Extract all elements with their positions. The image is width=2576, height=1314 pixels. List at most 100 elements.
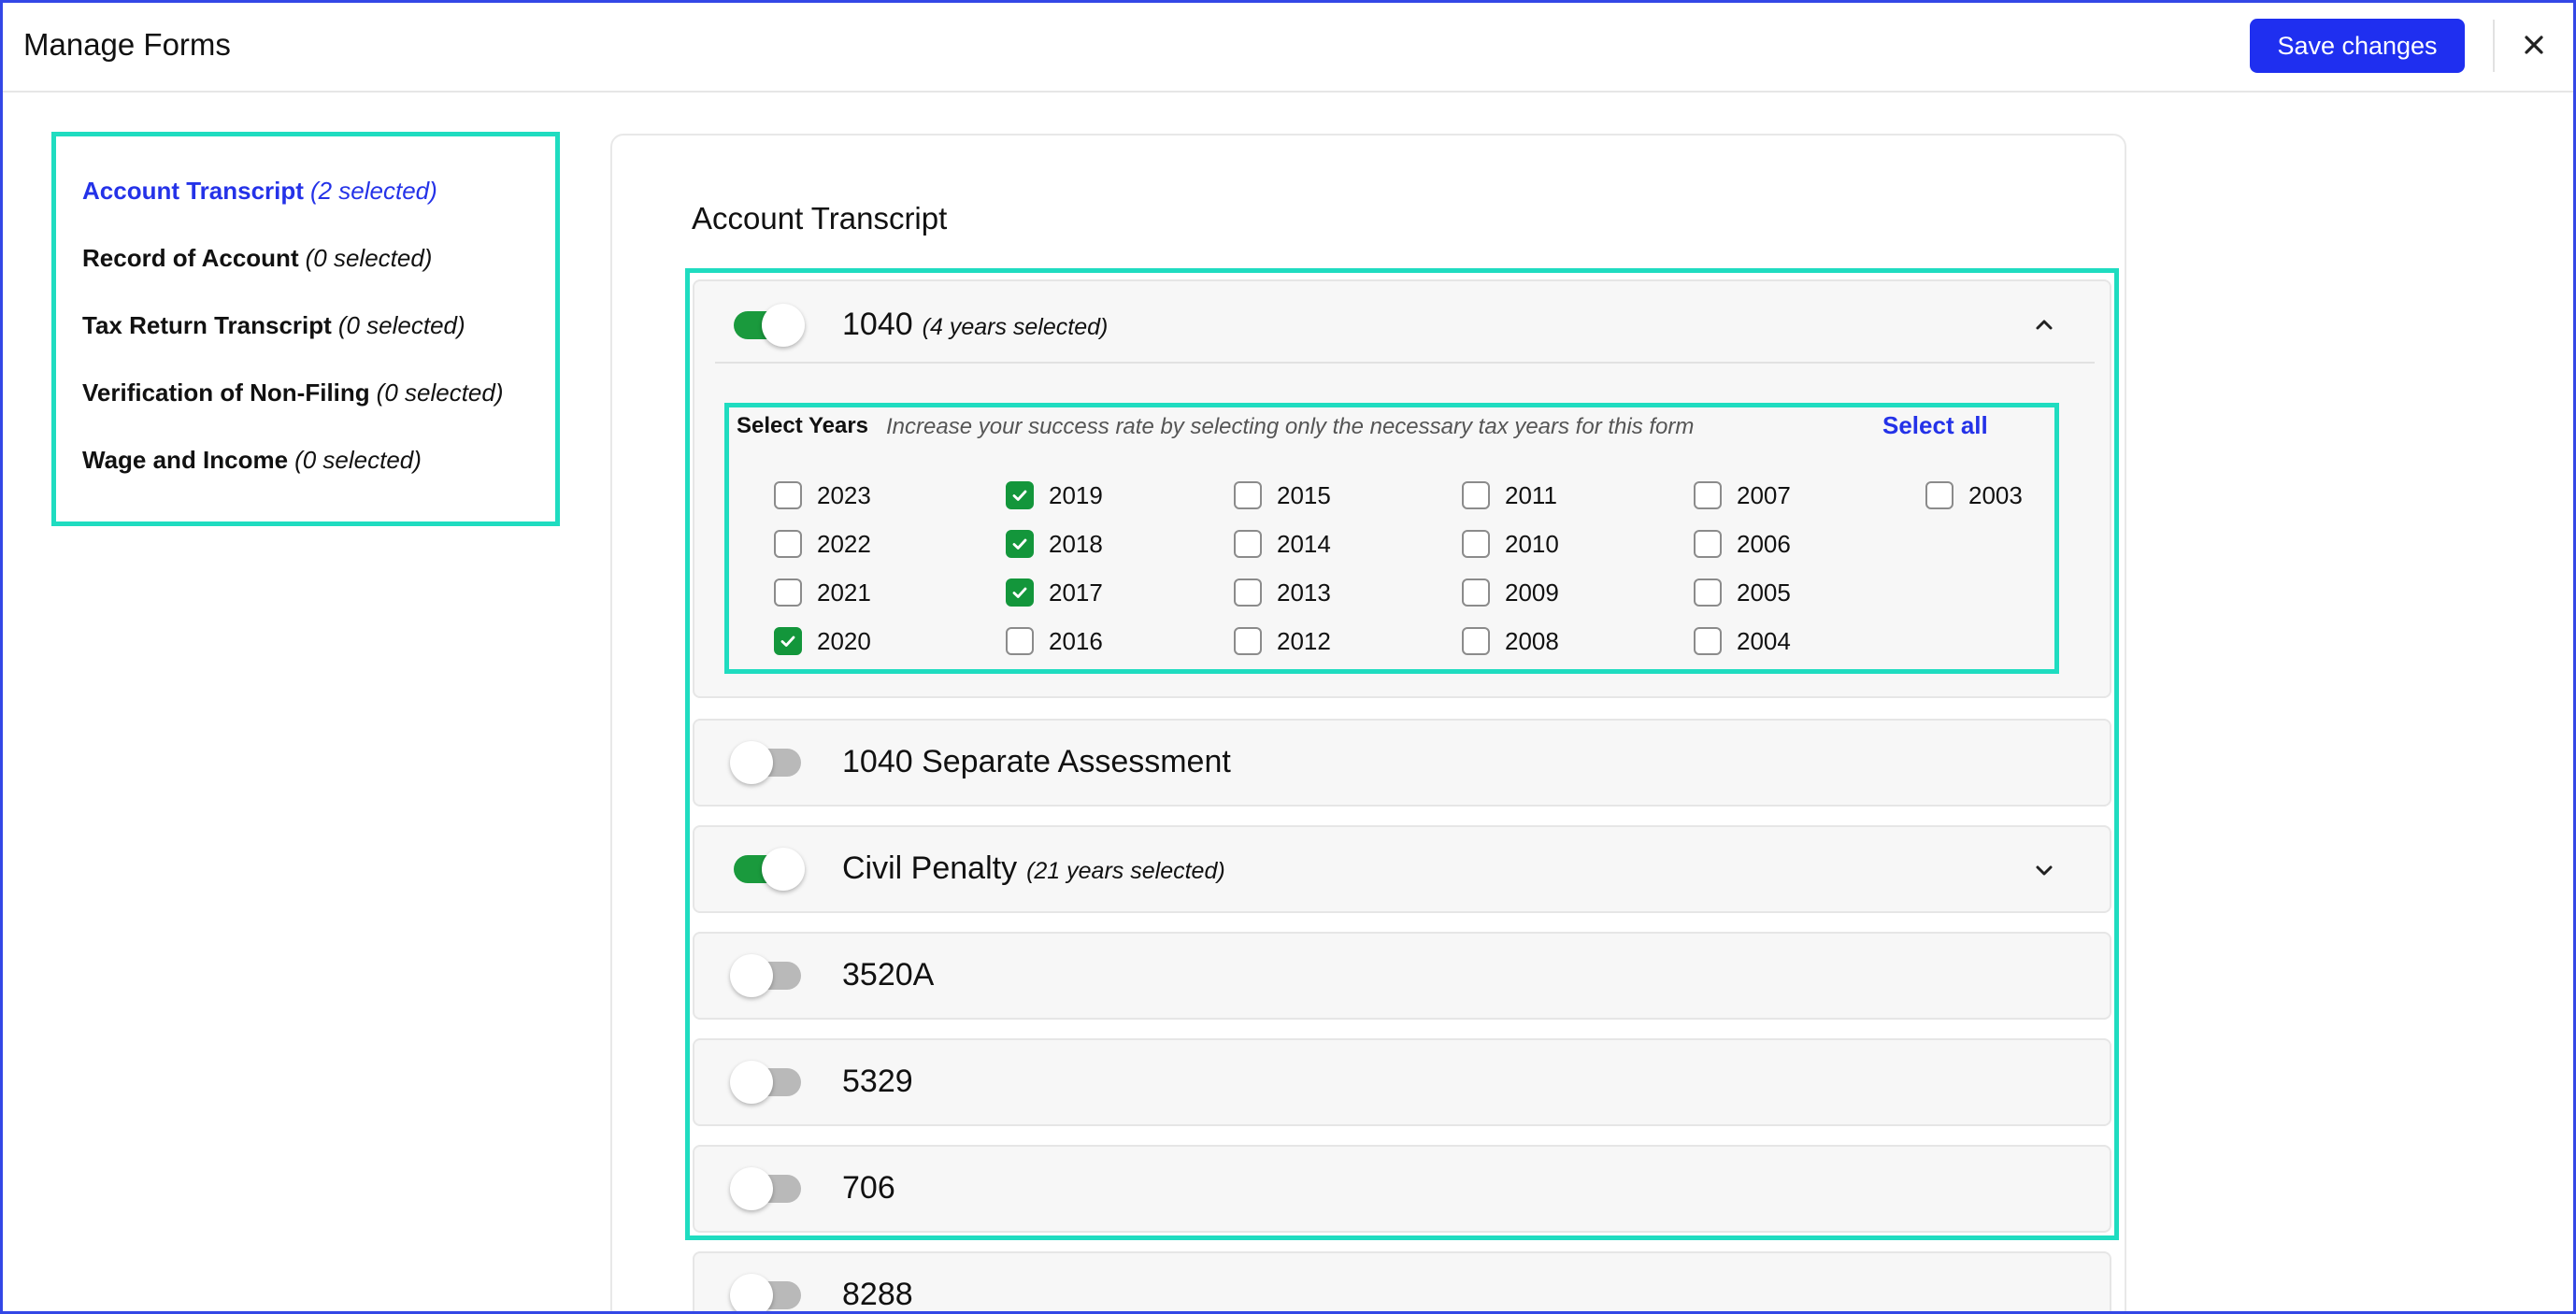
checkbox-unchecked-icon[interactable]: [1462, 530, 1490, 558]
year-checkbox-2019[interactable]: 2019: [1006, 480, 1103, 510]
checkbox-unchecked-icon[interactable]: [1694, 578, 1722, 607]
checkbox-unchecked-icon[interactable]: [1462, 481, 1490, 509]
form-toggle-706[interactable]: [730, 1167, 801, 1210]
year-label: 2006: [1737, 529, 1791, 558]
year-label: 2005: [1737, 578, 1791, 607]
form-name: 5329: [842, 1064, 913, 1099]
sidebar-item-label: Verification of Non-Filing: [82, 378, 370, 407]
form-row-title: 1040 Separate Assessment: [842, 744, 1231, 780]
year-checkbox-2010[interactable]: 2010: [1462, 529, 1559, 559]
form-row-1040-separate-assessment: 1040 Separate Assessment: [693, 719, 2111, 807]
sidebar-item-label: Record of Account: [82, 244, 299, 272]
sidebar-item-label: Tax Return Transcript: [82, 311, 332, 339]
checkbox-unchecked-icon[interactable]: [1234, 627, 1262, 655]
year-checkbox-2014[interactable]: 2014: [1234, 529, 1331, 559]
form-toggle-3520a[interactable]: [730, 954, 801, 997]
select-all-link[interactable]: Select all: [1882, 411, 1988, 440]
year-label: 2003: [1968, 480, 2023, 509]
year-label: 2021: [817, 578, 871, 607]
checkbox-unchecked-icon[interactable]: [1694, 530, 1722, 558]
form-row-3520a: 3520A: [693, 932, 2111, 1020]
checkbox-checked-icon[interactable]: [1006, 481, 1034, 509]
toggle-knob: [730, 741, 773, 784]
year-checkbox-2011[interactable]: 2011: [1462, 480, 1557, 510]
year-checkbox-2023[interactable]: 2023: [774, 480, 871, 510]
close-icon[interactable]: [2517, 28, 2551, 62]
form-row-title: 5329: [842, 1064, 913, 1100]
year-label: 2018: [1049, 529, 1103, 558]
year-checkbox-2007[interactable]: 2007: [1694, 480, 1791, 510]
form-selection-count: (4 years selected): [922, 314, 1109, 340]
year-checkbox-2004[interactable]: 2004: [1694, 626, 1791, 656]
year-label: 2012: [1277, 626, 1331, 655]
year-checkbox-2006[interactable]: 2006: [1694, 529, 1791, 559]
checkbox-unchecked-icon[interactable]: [1925, 481, 1953, 509]
year-label: 2022: [817, 529, 871, 558]
checkbox-unchecked-icon[interactable]: [1694, 481, 1722, 509]
year-checkbox-2008[interactable]: 2008: [1462, 626, 1559, 656]
sidebar-item-wage-and-income[interactable]: Wage and Income (0 selected): [82, 445, 531, 512]
year-label: 2008: [1505, 626, 1559, 655]
year-label: 2014: [1277, 529, 1331, 558]
year-label: 2016: [1049, 626, 1103, 655]
form-row-title: Civil Penalty (21 years selected): [842, 850, 1225, 887]
sidebar-item-verification-of-non-filing[interactable]: Verification of Non-Filing (0 selected): [82, 378, 531, 445]
sidebar-item-tax-return-transcript[interactable]: Tax Return Transcript (0 selected): [82, 310, 531, 378]
year-checkbox-2015[interactable]: 2015: [1234, 480, 1331, 510]
form-row-1040: 1040 (4 years selected) Select Years Incr…: [693, 279, 2111, 698]
checkbox-unchecked-icon[interactable]: [1462, 578, 1490, 607]
year-checkbox-2016[interactable]: 2016: [1006, 626, 1103, 656]
sidebar-item-count: (0 selected): [337, 311, 465, 339]
sidebar-item-account-transcript[interactable]: Account Transcript (2 selected): [82, 176, 531, 243]
checkbox-unchecked-icon[interactable]: [1694, 627, 1722, 655]
checkbox-checked-icon[interactable]: [1006, 530, 1034, 558]
sidebar-item-label: Wage and Income: [82, 446, 289, 474]
save-changes-button[interactable]: Save changes: [2250, 19, 2465, 73]
checkbox-unchecked-icon[interactable]: [774, 530, 802, 558]
year-checkbox-2017[interactable]: 2017: [1006, 578, 1103, 607]
checkbox-checked-icon[interactable]: [1006, 578, 1034, 607]
form-toggle-civil-penalty[interactable]: [734, 848, 805, 891]
year-checkbox-2012[interactable]: 2012: [1234, 626, 1331, 656]
year-checkbox-2022[interactable]: 2022: [774, 529, 871, 559]
checkbox-unchecked-icon[interactable]: [1234, 481, 1262, 509]
sidebar-item-record-of-account[interactable]: Record of Account (0 selected): [82, 243, 531, 310]
year-checkbox-2009[interactable]: 2009: [1462, 578, 1559, 607]
form-toggle-1040-separate-assessment[interactable]: [730, 741, 801, 784]
year-label: 2023: [817, 480, 871, 509]
form-row-title: 8288: [842, 1277, 913, 1312]
year-label: 2017: [1049, 578, 1103, 607]
year-checkbox-2003[interactable]: 2003: [1925, 480, 2023, 510]
sidebar-item-count: (0 selected): [305, 244, 433, 272]
chevron-down-icon[interactable]: [2029, 855, 2059, 885]
year-checkbox-2013[interactable]: 2013: [1234, 578, 1331, 607]
checkbox-unchecked-icon[interactable]: [774, 481, 802, 509]
checkbox-unchecked-icon[interactable]: [1234, 578, 1262, 607]
checkbox-unchecked-icon[interactable]: [1234, 530, 1262, 558]
checkbox-unchecked-icon[interactable]: [1462, 627, 1490, 655]
year-label: 2010: [1505, 529, 1559, 558]
year-checkbox-2020[interactable]: 2020: [774, 626, 871, 656]
checkbox-unchecked-icon[interactable]: [1006, 627, 1034, 655]
year-checkbox-2005[interactable]: 2005: [1694, 578, 1791, 607]
form-name: 706: [842, 1170, 895, 1206]
form-toggle-5329[interactable]: [730, 1061, 801, 1104]
year-label: 2020: [817, 626, 871, 655]
year-checkbox-2021[interactable]: 2021: [774, 578, 871, 607]
year-label: 2007: [1737, 480, 1791, 509]
chevron-up-icon[interactable]: [2029, 309, 2059, 339]
form-name: 8288: [842, 1277, 913, 1312]
year-label: 2004: [1737, 626, 1791, 655]
form-category-sidebar: Account Transcript (2 selected) Record o…: [51, 132, 560, 526]
sidebar-item-label: Account Transcript: [82, 177, 304, 205]
toggle-knob: [762, 848, 805, 891]
checkbox-checked-icon[interactable]: [774, 627, 802, 655]
sidebar-item-count: (0 selected): [294, 446, 422, 474]
form-toggle-8288[interactable]: [730, 1274, 801, 1311]
form-name: Civil Penalty: [842, 850, 1018, 886]
form-row-5329: 5329: [693, 1038, 2111, 1126]
form-toggle-1040[interactable]: [734, 304, 805, 347]
checkbox-unchecked-icon[interactable]: [774, 578, 802, 607]
form-row-8288: 8288: [693, 1251, 2111, 1312]
year-checkbox-2018[interactable]: 2018: [1006, 529, 1103, 559]
